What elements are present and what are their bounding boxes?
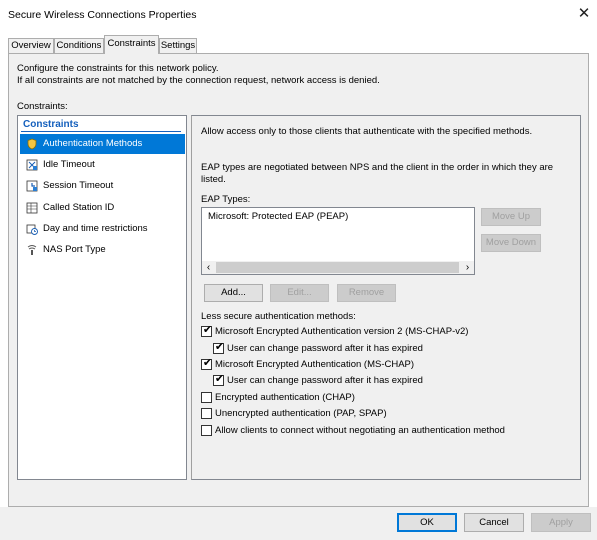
calendar-clock-icon	[26, 224, 38, 235]
chap-label: Encrypted authentication (CHAP)	[215, 392, 355, 403]
checkmark-icon: ✔	[214, 373, 225, 385]
ok-button[interactable]: OK	[397, 513, 457, 532]
pap-spap-checkbox[interactable]	[201, 408, 212, 419]
allow-access-text: Allow access only to those clients that …	[201, 126, 533, 137]
mschapv2-label: Microsoft Encrypted Authentication versi…	[215, 326, 469, 337]
constraint-item-label: Authentication Methods	[43, 138, 143, 149]
tab-constraints[interactable]: Constraints	[104, 35, 159, 54]
eap-type-item[interactable]: Microsoft: Protected EAP (PEAP)	[208, 211, 348, 222]
checkmark-icon: ✔	[202, 324, 213, 336]
constraint-item-called-station-id[interactable]: Called Station ID	[20, 198, 185, 218]
eap-note-line1: EAP types are negotiated between NPS and…	[201, 162, 554, 173]
constraints-list-header: Constraints	[23, 119, 79, 130]
mschapv2-checkbox[interactable]: ✔	[201, 324, 213, 337]
intro-text-line1: Configure the constraints for this netwo…	[17, 63, 219, 74]
cancel-button[interactable]: Cancel	[464, 513, 524, 532]
less-secure-methods-label: Less secure authentication methods:	[201, 311, 356, 322]
constraints-label: Constraints:	[17, 101, 68, 112]
edit-eap-button[interactable]: Edit...	[270, 284, 329, 302]
constraint-item-day-and-time-restrictions[interactable]: Day and time restrictions	[20, 219, 185, 239]
mschap-change-password-label: User can change password after it has ex…	[227, 375, 423, 386]
checkmark-icon: ✔	[202, 357, 213, 369]
constraint-item-label: Called Station ID	[43, 202, 115, 213]
mschap-checkbox[interactable]: ✔	[201, 357, 213, 370]
constraint-item-authentication-methods[interactable]: Authentication Methods	[20, 134, 185, 154]
window-title: Secure Wireless Connections Properties	[8, 9, 197, 21]
eap-note-line2: listed.	[201, 174, 226, 185]
add-eap-button[interactable]: Add...	[204, 284, 263, 302]
constraint-item-nas-port-type[interactable]: NAS Port Type	[20, 240, 185, 260]
no-negotiation-label: Allow clients to connect without negotia…	[215, 425, 505, 436]
chevron-left-icon[interactable]: ‹	[202, 261, 215, 274]
pap-spap-label: Unencrypted authentication (PAP, SPAP)	[215, 408, 387, 419]
constraint-item-label: Day and time restrictions	[43, 223, 148, 234]
close-icon[interactable]: ✕	[575, 5, 593, 23]
table-icon	[26, 202, 38, 214]
mschap-label: Microsoft Encrypted Authentication (MS-C…	[215, 359, 415, 370]
constraint-item-session-timeout[interactable]: Session Timeout	[20, 176, 185, 196]
tab-settings[interactable]: Settings	[159, 38, 197, 53]
constraint-item-label: NAS Port Type	[43, 244, 106, 255]
remove-eap-button[interactable]: Remove	[337, 284, 396, 302]
timer-icon	[26, 180, 38, 192]
eap-types-label: EAP Types:	[201, 194, 251, 205]
key-shield-icon	[27, 138, 37, 150]
constraint-item-label: Idle Timeout	[43, 159, 95, 170]
no-negotiation-checkbox[interactable]	[201, 425, 212, 436]
tab-overview[interactable]: Overview	[8, 38, 54, 53]
checkmark-icon: ✔	[214, 341, 225, 353]
mschap-change-password-checkbox[interactable]: ✔	[213, 373, 225, 386]
mschapv2-change-password-label: User can change password after it has ex…	[227, 343, 423, 354]
chevron-right-icon[interactable]: ›	[461, 261, 474, 274]
intro-text-line2: If all constraints are not matched by th…	[17, 75, 380, 86]
tab-conditions[interactable]: Conditions	[54, 38, 104, 53]
chap-checkbox[interactable]	[201, 392, 212, 403]
header-divider	[21, 131, 181, 132]
network-port-icon	[27, 245, 37, 255]
constraint-item-label: Session Timeout	[43, 180, 114, 191]
scrollbar-thumb[interactable]	[216, 262, 459, 273]
move-down-button[interactable]: Move Down	[481, 234, 541, 252]
clock-icon	[26, 159, 38, 171]
move-up-button[interactable]: Move Up	[481, 208, 541, 226]
apply-button[interactable]: Apply	[531, 513, 591, 532]
mschapv2-change-password-checkbox[interactable]: ✔	[213, 341, 225, 354]
constraint-item-idle-timeout[interactable]: Idle Timeout	[20, 155, 185, 175]
